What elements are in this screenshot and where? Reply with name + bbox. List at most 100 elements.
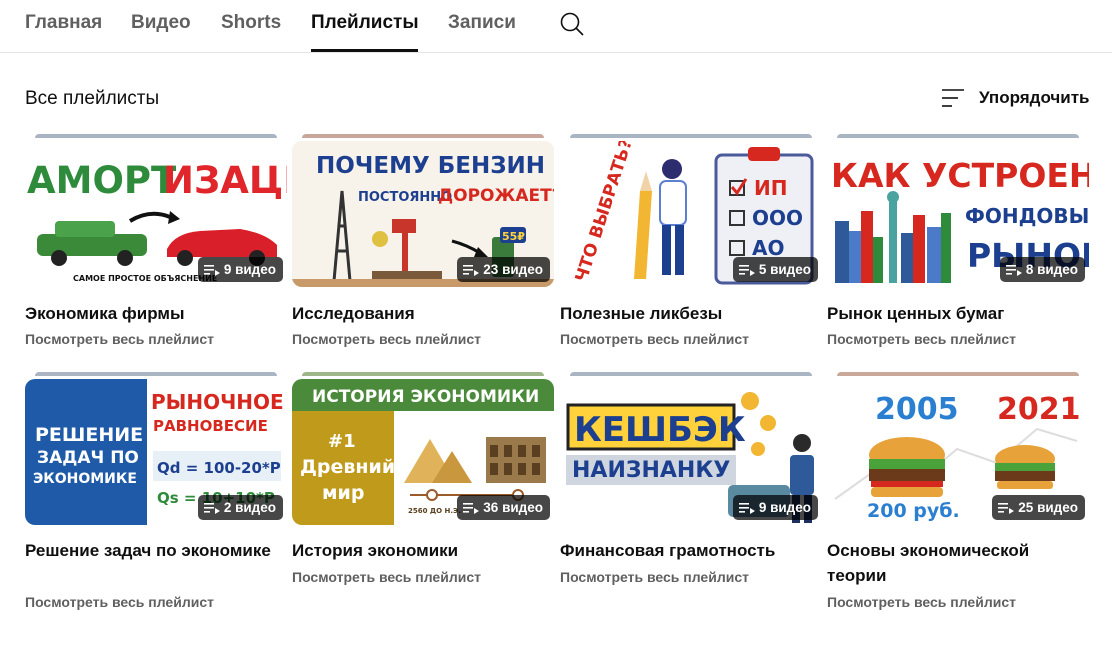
svg-text:КАК УСТРОЕН: КАК УСТРОЕН [831,156,1089,195]
playlist-card[interactable]: РЕШЕНИЕ ЗАДАЧ ПО ЭКОНОМИКЕ РЫНОЧНОЕ РАВН… [25,372,287,617]
svg-text:ФОНДОВЫЙ: ФОНДОВЫЙ [965,204,1089,228]
playlist-stack-edge [35,134,277,138]
view-full-playlist-link[interactable]: Посмотреть весь плейлист [292,331,481,347]
playlist-thumbnail[interactable]: 2005 2021 200 руб. 25 видео [827,379,1089,525]
playlist-card[interactable]: ПОЧЕМУ БЕНЗИН ПОСТОЯННО ДОРОЖАЕТ? 55₽ 23… [292,134,554,354]
playlist-stack-edge [302,372,544,376]
video-count: 2 видео [223,500,276,515]
svg-text:55₽: 55₽ [502,230,525,243]
svg-text:ЭКОНОМИКЕ: ЭКОНОМИКЕ [33,471,137,487]
playlist-card[interactable]: ЧТО ВЫБРАТЬ? ИП ООО АО 5 видео Полезные … [560,134,822,354]
playlist-thumbnail[interactable]: КЕШБЭК НАИЗНАНКУ 9 видео [560,379,822,525]
playlist-title[interactable]: Решение задач по экономике [25,538,287,563]
playlist-stack-edge [837,372,1079,376]
playlist-thumbnail[interactable]: ЧТО ВЫБРАТЬ? ИП ООО АО 5 видео [560,141,822,287]
video-count: 25 видео [1018,500,1078,515]
playlist-thumbnail[interactable]: РЕШЕНИЕ ЗАДАЧ ПО ЭКОНОМИКЕ РЫНОЧНОЕ РАВН… [25,379,287,525]
tab-posts[interactable]: Записи [448,12,516,34]
playlist-card[interactable]: ИСТОРИЯ ЭКОНОМИКИ #1 Древний мир 2560 ДО… [292,372,554,617]
video-count-badge: 2 видео [197,495,283,520]
playlist-stack-edge [35,372,277,376]
svg-text:РЫНОЧНОЕ: РЫНОЧНОЕ [151,390,284,414]
playlist-thumbnail[interactable]: ПОЧЕМУ БЕНЗИН ПОСТОЯННО ДОРОЖАЕТ? 55₽ 23… [292,141,554,287]
video-count-badge: 5 видео [732,257,818,282]
sort-icon [942,89,964,107]
playlist-icon [463,264,480,276]
svg-text:НАИЗНАНКУ: НАИЗНАНКУ [572,458,730,483]
playlist-title[interactable]: История экономики [292,538,554,563]
section-title: Все плейлисты [25,88,160,109]
svg-text:ПОЧЕМУ БЕНЗИН: ПОЧЕМУ БЕНЗИН [316,153,545,179]
view-full-playlist-link[interactable]: Посмотреть весь плейлист [560,331,749,347]
svg-text:РАВНОВЕСИЕ: РАВНОВЕСИЕ [153,417,268,435]
playlist-icon [463,502,480,514]
svg-text:2005: 2005 [875,392,959,427]
sort-label: Упорядочить [979,88,1090,107]
playlist-thumbnail[interactable]: КАК УСТРОЕН ФОНДОВЫЙ РЫНОК 8 видео [827,141,1089,287]
svg-text:АМОРТ: АМОРТ [27,159,177,202]
playlist-stack-edge [837,134,1079,138]
svg-text:мир: мир [322,482,364,504]
playlist-icon [738,502,755,514]
svg-text:ИП: ИП [754,176,787,200]
video-count: 8 видео [1025,262,1078,277]
playlist-icon [203,502,220,514]
tab-videos[interactable]: Видео [131,12,191,34]
search-icon [560,12,584,36]
playlist-icon [998,502,1015,514]
video-count: 23 видео [483,262,543,277]
tab-home[interactable]: Главная [25,12,102,34]
playlist-title[interactable]: Основы экономической теории [827,538,1089,588]
video-count: 36 видео [483,500,543,515]
svg-text:ЗАДАЧ ПО: ЗАДАЧ ПО [37,448,139,468]
playlist-card[interactable]: КАК УСТРОЕН ФОНДОВЫЙ РЫНОК 8 видео Рынок… [827,134,1089,354]
svg-text:Qd = 100-20*P: Qd = 100-20*P [157,459,281,477]
video-count: 9 видео [758,500,811,515]
tab-playlists[interactable]: Плейлисты [311,12,419,34]
video-count-badge: 25 видео [992,495,1085,520]
playlist-icon [203,264,220,276]
svg-text:ООО: ООО [752,206,803,230]
view-full-playlist-link[interactable]: Посмотреть весь плейлист [25,594,214,610]
svg-text:ДОРОЖАЕТ?: ДОРОЖАЕТ? [438,186,554,206]
playlist-stack-edge [302,134,544,138]
video-count-badge: 9 видео [732,495,818,520]
video-count-badge: 9 видео [197,257,283,282]
active-tab-indicator [311,49,418,52]
svg-text:ИСТОРИЯ ЭКОНОМИКИ: ИСТОРИЯ ЭКОНОМИКИ [312,387,539,407]
view-full-playlist-link[interactable]: Посмотреть весь плейлист [292,569,481,585]
playlist-thumbnail[interactable]: ИСТОРИЯ ЭКОНОМИКИ #1 Древний мир 2560 ДО… [292,379,554,525]
playlist-title[interactable]: Финансовая грамотность [560,538,822,563]
svg-text:САМОЕ ПРОСТОЕ ОБЪЯСНЕНИЕ: САМОЕ ПРОСТОЕ ОБЪЯСНЕНИЕ [73,274,217,283]
playlist-icon [738,264,755,276]
video-count: 9 видео [223,262,276,277]
svg-text:#1: #1 [328,431,356,452]
playlist-card[interactable]: КЕШБЭК НАИЗНАНКУ 9 видео Финансовая грам… [560,372,822,617]
playlist-icon [1005,264,1022,276]
search-button[interactable] [558,10,586,38]
playlist-card[interactable]: 2005 2021 200 руб. 25 видео Основы эконо… [827,372,1089,617]
playlist-title[interactable]: Рынок ценных бумаг [827,301,1089,326]
playlist-title[interactable]: Полезные ликбезы [560,301,822,326]
view-full-playlist-link[interactable]: Посмотреть весь плейлист [560,569,749,585]
svg-text:РЕШЕНИЕ: РЕШЕНИЕ [35,424,143,446]
video-count-badge: 36 видео [457,495,550,520]
playlist-stack-edge [570,372,812,376]
svg-text:2560 ДО Н.Э.: 2560 ДО Н.Э. [408,507,461,515]
view-full-playlist-link[interactable]: Посмотреть весь плейлист [25,331,214,347]
playlist-thumbnail[interactable]: АМОРТ ИЗАЦИЯ САМОЕ ПРОСТОЕ ОБЪЯСНЕНИЕ 9 … [25,141,287,287]
svg-text:200 руб.: 200 руб. [867,500,960,522]
svg-text:ИЗАЦИЯ: ИЗАЦИЯ [163,159,287,202]
view-full-playlist-link[interactable]: Посмотреть весь плейлист [827,331,1016,347]
svg-text:2021: 2021 [997,392,1081,427]
playlist-title[interactable]: Экономика фирмы [25,301,287,326]
svg-text:КЕШБЭК: КЕШБЭК [574,410,746,450]
playlist-title[interactable]: Исследования [292,301,554,326]
video-count-badge: 23 видео [457,257,550,282]
playlist-stack-edge [570,134,812,138]
playlist-card[interactable]: АМОРТ ИЗАЦИЯ САМОЕ ПРОСТОЕ ОБЪЯСНЕНИЕ 9 … [25,134,287,354]
sort-button[interactable]: Упорядочить [940,84,1090,112]
view-full-playlist-link[interactable]: Посмотреть весь плейлист [827,594,1016,610]
svg-text:Древний: Древний [300,456,395,478]
tab-shorts[interactable]: Shorts [221,12,281,34]
